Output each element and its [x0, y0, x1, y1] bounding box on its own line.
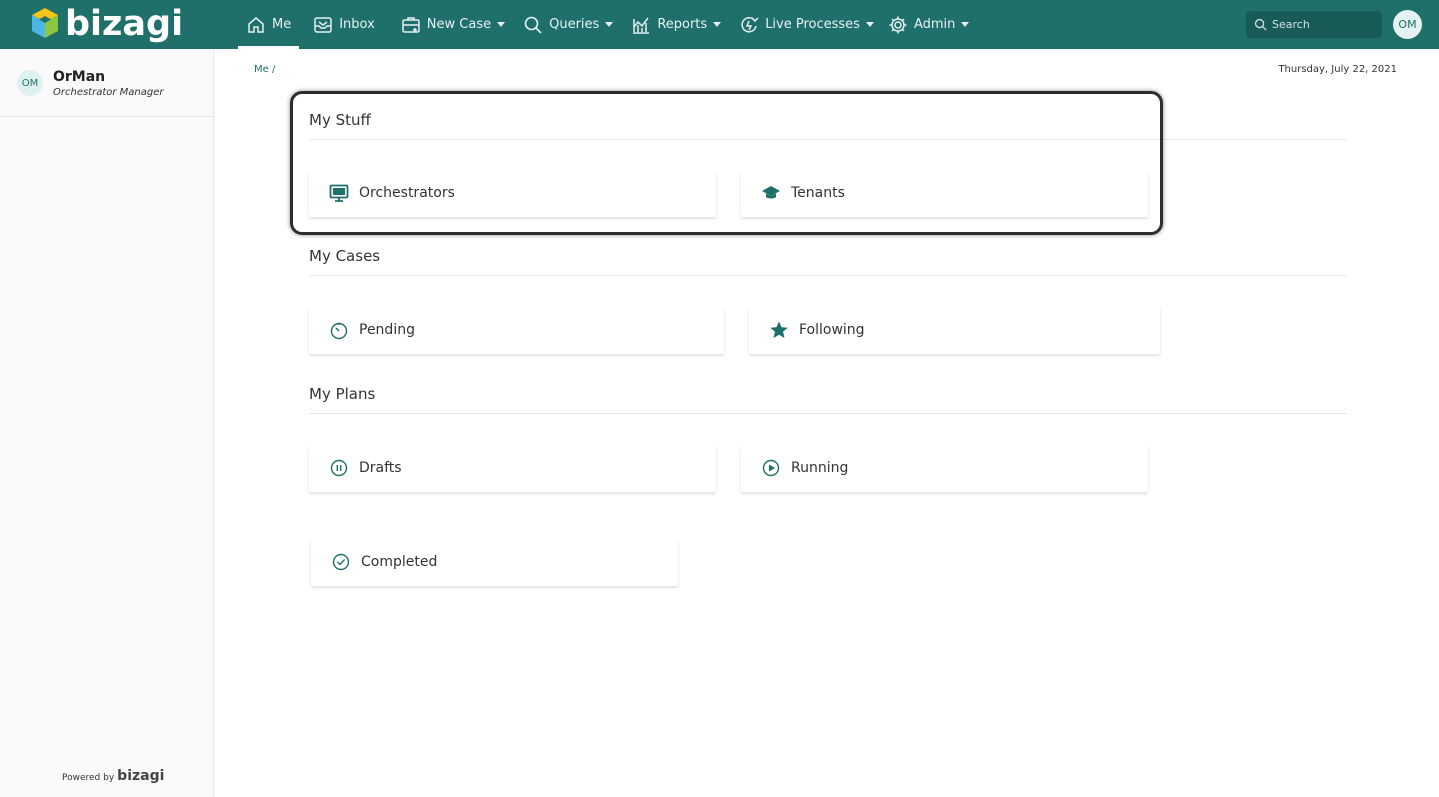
section-title-my-stuff: My Stuff: [309, 111, 371, 129]
card-tenants[interactable]: Tenants: [741, 169, 1148, 217]
breadcrumb[interactable]: Me /: [254, 64, 275, 75]
live-process-icon: [741, 16, 759, 32]
nav-reports-label: Reports: [657, 17, 708, 32]
search-box[interactable]: [1246, 11, 1382, 38]
bizagi-cube-icon: [32, 8, 58, 38]
nav-inbox-label: Inbox: [339, 17, 375, 32]
nav-live-processes-label: Live Processes: [765, 17, 860, 32]
nav-live-processes[interactable]: Live Processes: [731, 0, 882, 49]
section-divider: [309, 139, 1347, 140]
card-following[interactable]: Following: [749, 306, 1160, 354]
card-label: Pending: [359, 322, 415, 338]
card-label: Drafts: [359, 460, 402, 476]
card-label: Following: [799, 322, 865, 338]
section-title-my-cases: My Cases: [309, 247, 381, 265]
user-name: OrMan: [53, 69, 106, 85]
powered-by-brand: bizagi: [117, 768, 165, 784]
inbox-icon: [314, 16, 332, 33]
search-input[interactable]: [1272, 18, 1372, 31]
user-avatar-button[interactable]: OM: [1393, 10, 1422, 39]
nav-queries-label: Queries: [549, 17, 600, 32]
nav-new-case-label: New Case: [426, 17, 492, 32]
card-label: Orchestrators: [359, 185, 455, 201]
nav-inbox[interactable]: Inbox: [305, 0, 383, 49]
bizagi-logo[interactable]: bizagi: [30, 4, 183, 44]
search-icon: [1254, 18, 1267, 31]
chevron-down-icon: [713, 22, 722, 27]
nav-me[interactable]: Me: [238, 0, 300, 49]
section-title-my-plans: My Plans: [309, 385, 376, 403]
nav-new-case[interactable]: New Case: [393, 0, 513, 49]
home-icon: [248, 16, 264, 33]
timer-icon: [330, 322, 348, 340]
section-divider: [309, 275, 1347, 276]
user-profile[interactable]: OM OrMan Orchestrator Manager: [0, 49, 213, 117]
pause-circle-icon: [330, 459, 348, 477]
new-case-icon: [402, 16, 420, 33]
check-circle-icon: [332, 553, 350, 571]
card-completed[interactable]: Completed: [311, 538, 678, 586]
play-circle-icon: [762, 459, 780, 477]
card-label: Running: [791, 460, 849, 476]
sidebar: OM OrMan Orchestrator Manager Powered by…: [0, 49, 214, 797]
nav-me-label: Me: [272, 17, 292, 32]
card-orchestrators[interactable]: Orchestrators: [309, 169, 716, 217]
card-label: Completed: [361, 554, 438, 570]
chart-icon: [633, 17, 650, 34]
main-nav: Me Inbox New Case Queries Reports Live P…: [238, 0, 977, 49]
star-icon: [770, 321, 788, 338]
monitor-icon: [329, 184, 349, 202]
nav-reports[interactable]: Reports: [623, 0, 729, 49]
avatar: OM: [17, 70, 43, 96]
top-navigation-bar: bizagi Me Inbox New Case Queries Reports: [0, 0, 1439, 49]
chevron-down-icon: [961, 22, 970, 27]
section-divider: [309, 413, 1347, 414]
nav-admin-label: Admin: [913, 17, 956, 32]
chevron-down-icon: [497, 22, 506, 27]
card-label: Tenants: [791, 185, 845, 201]
nav-queries[interactable]: Queries: [515, 0, 621, 49]
powered-by-text: Powered by: [62, 773, 115, 783]
brand-name: bizagi: [65, 4, 184, 44]
search-icon: [524, 16, 542, 34]
card-running[interactable]: Running: [741, 444, 1148, 492]
chevron-down-icon: [605, 22, 614, 27]
chevron-down-icon: [865, 22, 874, 27]
nav-admin[interactable]: Admin: [880, 0, 977, 49]
graduation-cap-icon: [762, 186, 780, 199]
current-date: Thursday, July 22, 2021: [1278, 64, 1397, 75]
user-role: Orchestrator Manager: [53, 87, 164, 98]
card-pending[interactable]: Pending: [309, 306, 724, 354]
powered-by: Powered by bizagi: [62, 768, 164, 784]
gear-icon: [889, 16, 907, 33]
card-drafts[interactable]: Drafts: [309, 444, 716, 492]
